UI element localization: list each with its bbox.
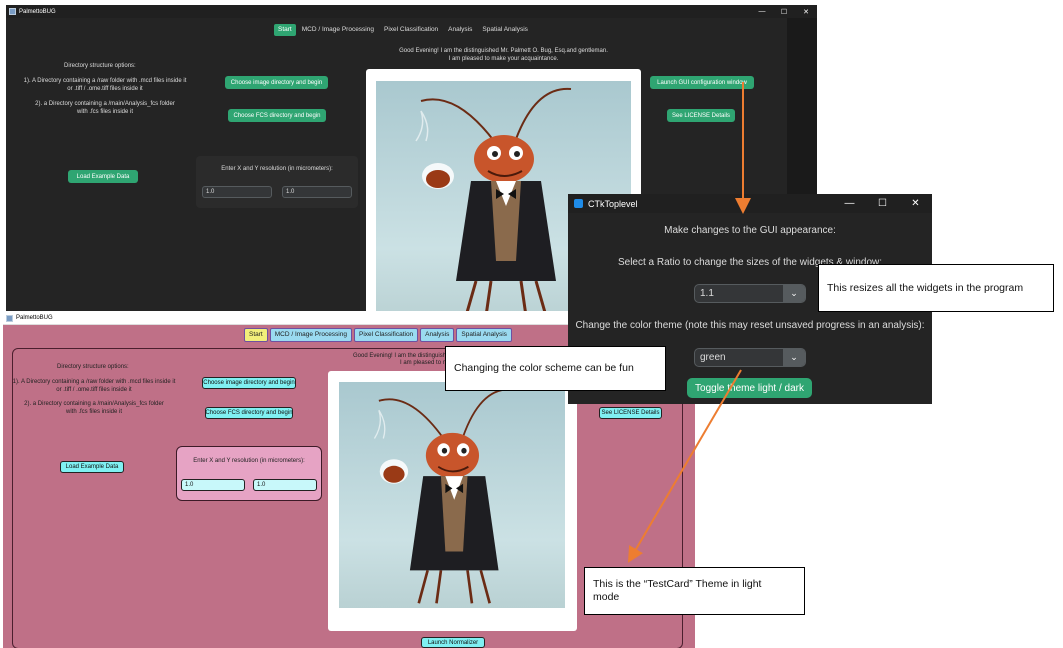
annotation-arrows bbox=[627, 82, 751, 563]
arrow-theme-to-testcard bbox=[627, 369, 742, 563]
